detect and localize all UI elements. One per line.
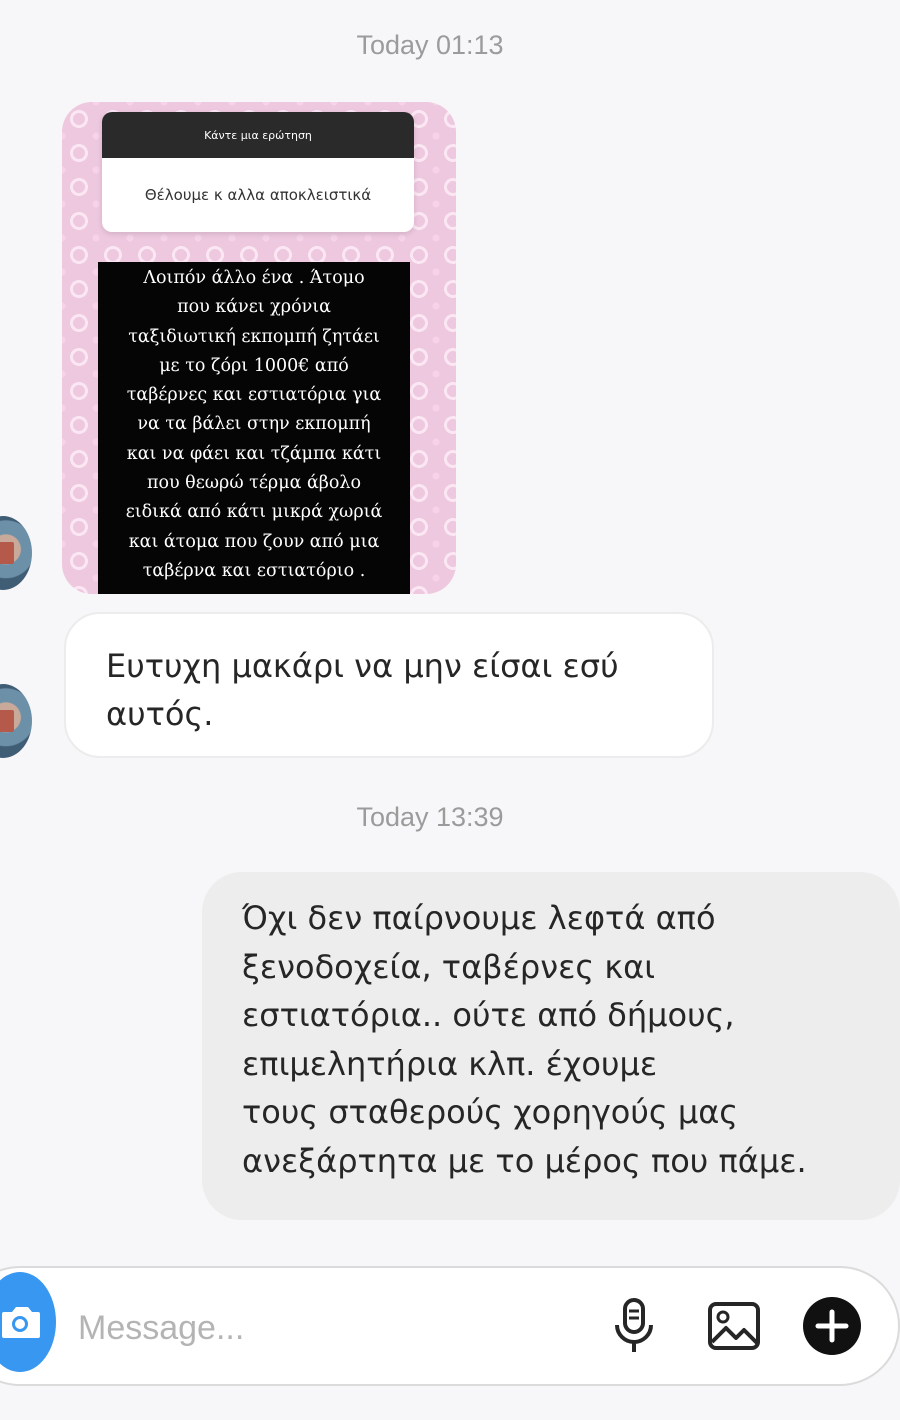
received-message-bubble[interactable]: Ευτυχη μακάρι να μην είσαι εσύ αυτός. [64,612,714,758]
timestamp: Today 13:39 [356,802,504,832]
camera-icon [2,1307,40,1338]
timestamp: Today 01:13 [356,30,504,60]
story-text: Λοιπόν άλλο ένα . Άτομο που κάνει χρόνια… [98,262,410,594]
message-input[interactable] [78,1300,578,1356]
more-options-button[interactable] [800,1294,864,1358]
question-sticker: Κάντε μια ερώτηση Θέλουμε κ αλλα αποκλει… [102,112,414,232]
sender-avatar[interactable] [0,516,32,590]
gallery-button[interactable] [702,1294,766,1358]
plus-icon [803,1297,861,1355]
story-reply-card[interactable]: Κάντε μια ερώτηση Θέλουμε κ αλλα αποκλει… [62,102,456,594]
sent-message-bubble[interactable]: Όχι δεν παίρνουμε λεφτά από ξενοδοχεία, … [202,872,900,1220]
question-sticker-text: Θέλουμε κ αλλα αποκλειστικά [144,186,372,204]
question-sticker-header: Κάντε μια ερώτηση [102,112,414,158]
microphone-icon [615,1298,653,1352]
gallery-icon [708,1302,760,1350]
voice-message-button[interactable] [602,1294,666,1358]
sender-avatar[interactable] [0,684,32,758]
